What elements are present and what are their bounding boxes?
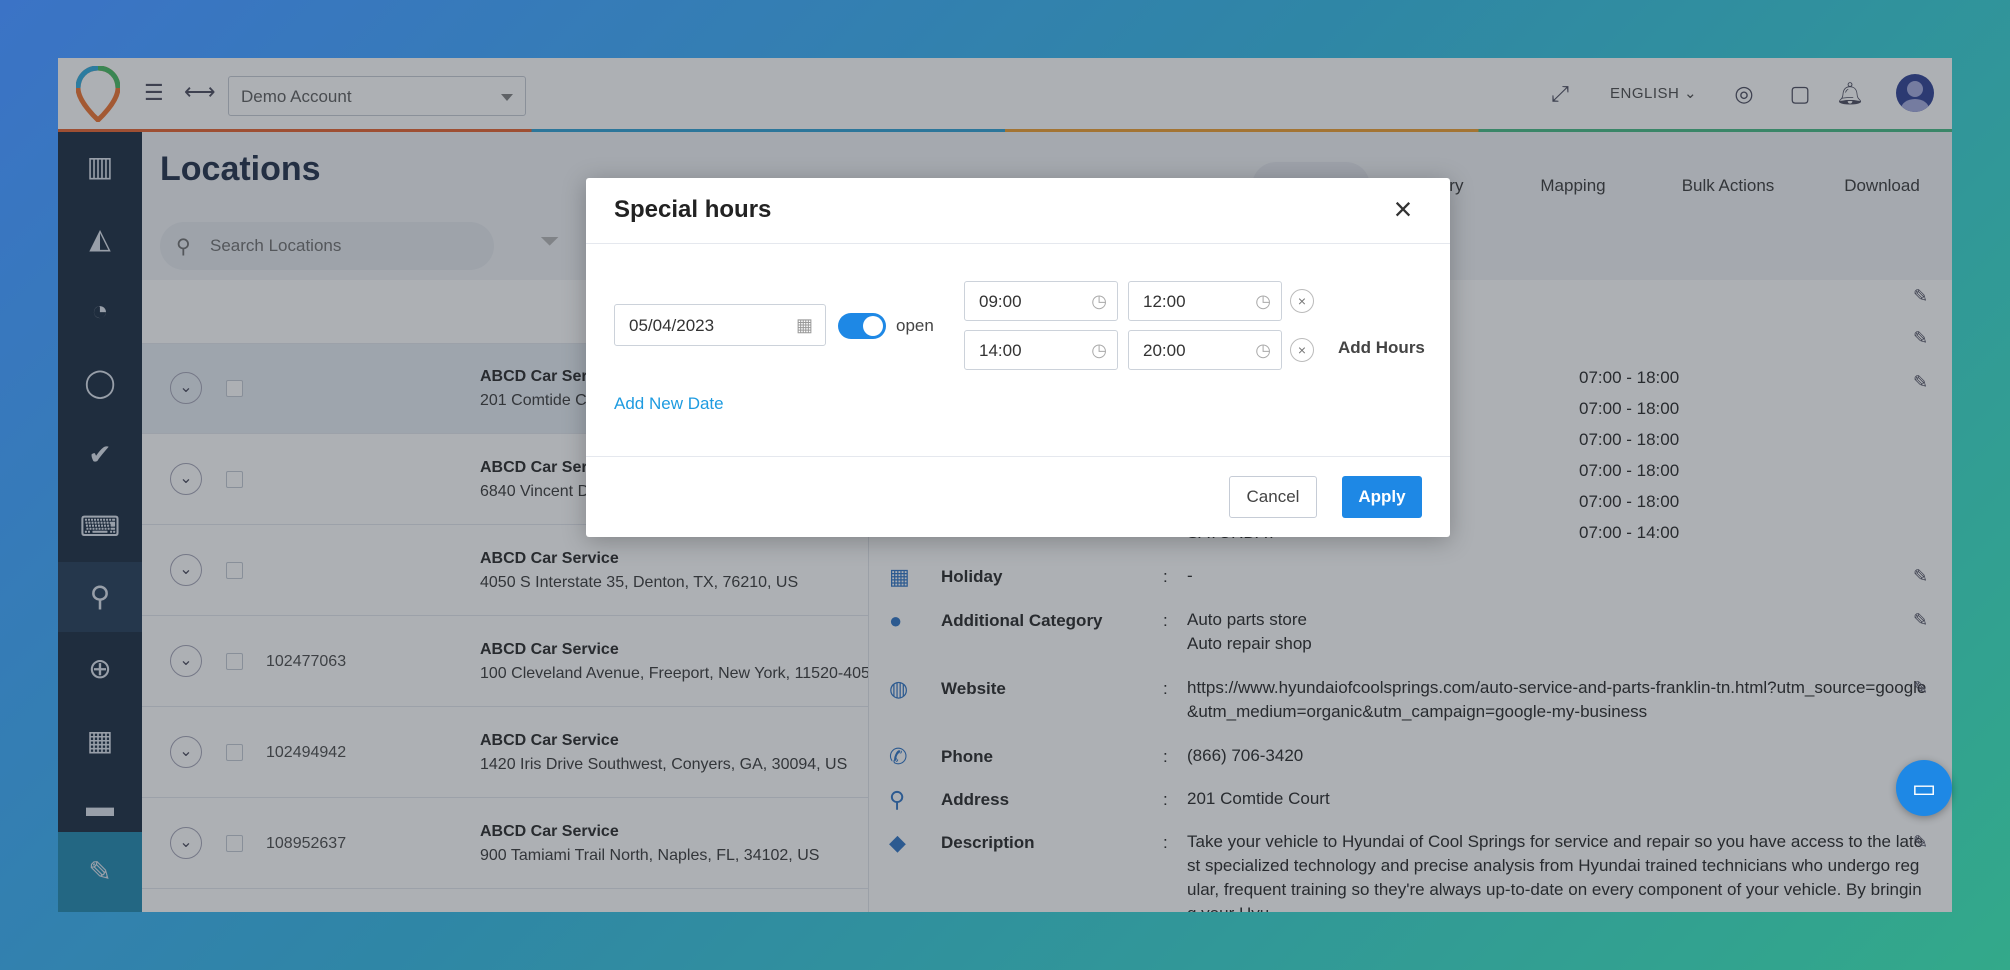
remove-slot-icon[interactable]: × xyxy=(1290,289,1314,313)
apply-button[interactable]: Apply xyxy=(1342,476,1422,518)
dialog-footer: Cancel Apply xyxy=(586,456,1450,537)
time-to-input[interactable]: 12:00 ◷ xyxy=(1128,281,1282,321)
time-value: 14:00 xyxy=(979,341,1022,360)
cancel-button[interactable]: Cancel xyxy=(1229,476,1317,518)
time-from-input[interactable]: 14:00 ◷ xyxy=(964,330,1118,370)
clock-icon: ◷ xyxy=(1091,291,1107,311)
add-new-date-link[interactable]: Add New Date xyxy=(614,394,724,414)
chat-widget-icon[interactable]: ▭ xyxy=(1896,760,1952,816)
open-label: open xyxy=(896,316,934,335)
time-to-input[interactable]: 20:00 ◷ xyxy=(1128,330,1282,370)
remove-slot-icon[interactable]: × xyxy=(1290,338,1314,362)
calendar-icon[interactable]: ▦ xyxy=(796,315,813,336)
date-value: 05/04/2023 xyxy=(629,316,715,335)
clock-icon: ◷ xyxy=(1255,291,1271,311)
dialog-header: Special hours × xyxy=(586,178,1450,244)
add-hours-button[interactable]: Add Hours xyxy=(1338,338,1425,358)
special-hours-dialog: Special hours × 05/04/2023 ▦ open 09:00 … xyxy=(586,178,1450,537)
dialog-title: Special hours xyxy=(614,196,772,223)
toggle-knob xyxy=(863,316,883,336)
clock-icon: ◷ xyxy=(1255,340,1271,360)
time-value: 12:00 xyxy=(1143,292,1186,311)
time-from-input[interactable]: 09:00 ◷ xyxy=(964,281,1118,321)
time-value: 20:00 xyxy=(1143,341,1186,360)
close-icon[interactable]: × xyxy=(1386,192,1420,226)
clock-icon: ◷ xyxy=(1091,340,1107,360)
time-value: 09:00 xyxy=(979,292,1022,311)
date-input[interactable]: 05/04/2023 ▦ xyxy=(614,304,826,346)
open-toggle[interactable] xyxy=(838,313,886,339)
